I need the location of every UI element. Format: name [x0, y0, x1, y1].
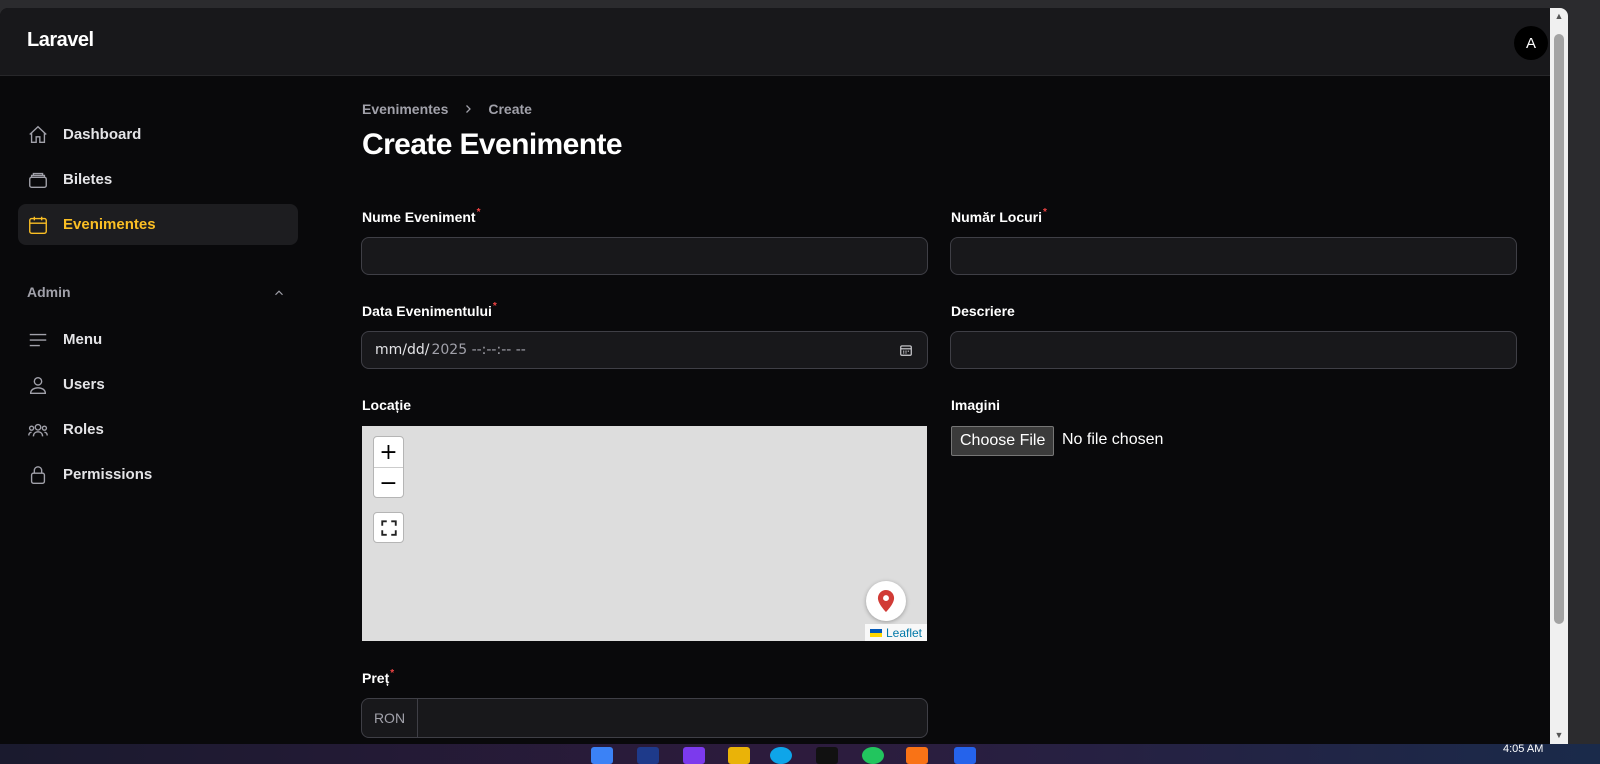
chevron-up-icon[interactable]: [272, 286, 286, 300]
ukraine-flag-icon: [869, 628, 882, 637]
nume-eveniment-label: Nume Eveniment*: [362, 207, 481, 225]
user-group-icon: [27, 419, 49, 441]
vertical-scrollbar[interactable]: ▲ ▼: [1550, 8, 1568, 744]
sidebar: Dashboard Biletes Evenimentes Admin Menu: [0, 76, 320, 744]
locatie-label: Locație: [362, 397, 412, 413]
sidebar-item-dashboard[interactable]: Dashboard: [18, 114, 298, 155]
sidebar-item-roles[interactable]: Roles: [18, 409, 298, 450]
scroll-up-arrow-icon[interactable]: ▲: [1554, 11, 1564, 21]
admin-group-label[interactable]: Admin: [27, 284, 71, 300]
sidebar-item-label: Roles: [63, 421, 104, 438]
imagini-label: Imagini: [951, 397, 1001, 413]
date-placeholder: mm/dd/: [375, 342, 430, 358]
browser-window: Laravel A Dashboard Biletes Evenimentes …: [0, 8, 1568, 744]
browser-icon[interactable]: [770, 747, 792, 764]
fullscreen-button[interactable]: [373, 512, 404, 543]
descriere-input[interactable]: [950, 331, 1517, 369]
taskbar-app-icon[interactable]: [683, 747, 705, 764]
breadcrumb: Evenimentes Create: [362, 101, 532, 117]
home-icon: [27, 124, 49, 146]
sidebar-item-label: Evenimentes: [63, 216, 156, 233]
currency-prefix: RON: [362, 699, 418, 737]
inbox-stack-icon: [27, 169, 49, 191]
map-attribution[interactable]: Leaflet: [864, 624, 927, 641]
zoom-control: + −: [373, 436, 404, 498]
nume-eveniment-input[interactable]: [361, 237, 928, 275]
pret-input[interactable]: RON: [361, 698, 928, 738]
sidebar-item-label: Dashboard: [63, 126, 142, 143]
zoom-in-button[interactable]: +: [374, 437, 403, 468]
os-taskbar: 4:05 AM: [0, 743, 1600, 764]
sidebar-item-evenimentes[interactable]: Evenimentes: [18, 204, 298, 245]
taskbar-app-icon[interactable]: [637, 747, 659, 764]
taskbar-app-icon[interactable]: [906, 747, 928, 764]
taskbar-app-icon[interactable]: [954, 747, 976, 764]
sidebar-item-label: Menu: [63, 331, 103, 348]
sidebar-item-users[interactable]: Users: [18, 364, 298, 405]
sidebar-item-label: Biletes: [63, 171, 113, 188]
data-evenimentului-input[interactable]: mm/dd/ 2025 --:--:-- --: [361, 331, 928, 369]
sidebar-item-menu[interactable]: Menu: [18, 319, 298, 360]
scroll-down-arrow-icon[interactable]: ▼: [1554, 730, 1564, 740]
choose-file-button[interactable]: Choose File: [951, 426, 1055, 456]
user-avatar[interactable]: A: [1514, 26, 1548, 60]
leaflet-link[interactable]: Leaflet: [886, 626, 922, 640]
fullscreen-icon: [380, 519, 397, 536]
locate-button[interactable]: [866, 581, 906, 621]
chevron-right-icon: [462, 103, 474, 115]
brand-logo[interactable]: Laravel: [27, 29, 94, 52]
file-status: No file chosen: [1062, 431, 1164, 448]
zoom-out-button[interactable]: −: [374, 468, 403, 498]
data-evenimentului-label: Data Evenimentului*: [362, 301, 497, 319]
breadcrumb-parent[interactable]: Evenimentes: [362, 101, 448, 117]
taskbar-clock[interactable]: 4:05 AM: [1503, 743, 1543, 755]
user-icon: [27, 374, 49, 396]
page-title: Create Evenimente: [362, 128, 623, 161]
sidebar-item-biletes[interactable]: Biletes: [18, 159, 298, 200]
calendar-picker-icon[interactable]: [899, 343, 913, 357]
folder-icon[interactable]: [728, 747, 750, 764]
scroll-thumb[interactable]: [1554, 34, 1564, 624]
breadcrumb-current: Create: [488, 101, 532, 117]
numar-locuri-label: Număr Locuri*: [951, 207, 1047, 225]
sidebar-item-label: Users: [63, 376, 105, 393]
taskbar-app-icon[interactable]: [862, 747, 884, 764]
date-year-time: 2025 --:--:-- --: [431, 342, 526, 358]
bars-icon: [27, 329, 49, 351]
descriere-label: Descriere: [951, 303, 1015, 319]
map-pin-icon: [877, 590, 895, 612]
numar-locuri-input[interactable]: [950, 237, 1517, 275]
sidebar-item-label: Permissions: [63, 466, 153, 483]
windows-start-icon[interactable]: [591, 747, 613, 764]
topbar: Laravel A: [0, 8, 1568, 76]
calendar-icon: [27, 214, 49, 236]
pret-label: Preț*: [362, 668, 395, 686]
sidebar-item-permissions[interactable]: Permissions: [18, 454, 298, 495]
taskbar-app-icon[interactable]: [816, 747, 838, 764]
lock-icon: [27, 464, 49, 486]
location-map[interactable]: + − Leaflet: [362, 426, 927, 641]
